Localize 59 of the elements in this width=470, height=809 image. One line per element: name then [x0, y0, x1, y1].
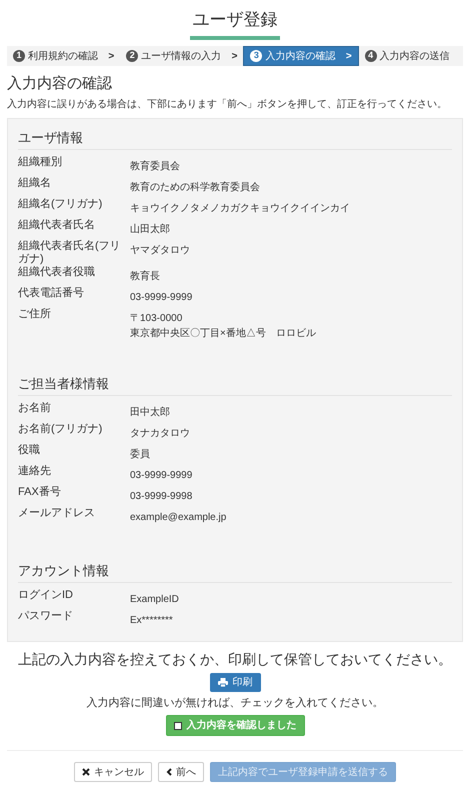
field-label: 役職: [18, 444, 41, 458]
field-label: 組織代表者氏名: [18, 219, 96, 233]
printer-icon: [218, 678, 228, 687]
group-title: ユーザ情報: [18, 129, 452, 150]
field-value: 委員: [130, 448, 150, 462]
field-value: example@example.jp: [130, 511, 226, 525]
section-heading: 入力内容の確認: [7, 74, 113, 94]
print-button[interactable]: 印刷: [210, 673, 260, 692]
back-button[interactable]: 前へ: [158, 762, 204, 782]
field-value: Ex********: [130, 614, 173, 628]
field-label: ログインID: [18, 589, 74, 603]
step-label: 入力内容の送信: [380, 50, 450, 64]
field-label: 組織種別: [18, 156, 63, 170]
field-label: パスワード: [18, 610, 74, 624]
field-label: 組織代表者役職: [18, 266, 96, 280]
step-chevron: >: [108, 50, 114, 64]
step-chevron: >: [232, 50, 238, 64]
field-value: 03-9999-9999: [130, 291, 192, 305]
field-value: 教育長: [130, 270, 160, 284]
step-number: 2: [126, 50, 138, 62]
step-number: 1: [13, 50, 25, 62]
field-label: メールアドレス: [18, 507, 96, 521]
field-value: ヤマダタロウ: [130, 244, 190, 258]
field-label: 組織名(フリガナ): [18, 198, 104, 212]
field-value: 山田太郎: [130, 222, 170, 237]
group-title: ご担当者様情報: [18, 375, 452, 396]
field-value: 東京都中央区〇丁目×番地△号 ロロビル: [130, 326, 316, 341]
field-value: 田中太郎: [130, 406, 170, 420]
field-value: 教育のための科学教育委員会: [130, 180, 260, 195]
step-number: 3: [250, 50, 262, 62]
group-title: アカウント情報: [18, 562, 452, 583]
step-label: ユーザ情報の入力: [141, 50, 222, 64]
field-value: 教育委員会: [130, 160, 180, 174]
page-title: ユーザ登録: [192, 9, 278, 31]
step-label: 利用規約の確認: [28, 50, 98, 64]
close-icon: [82, 768, 90, 776]
step-number: 4: [364, 50, 377, 62]
field-label: 組織代表者氏名(フリガナ): [18, 240, 122, 266]
field-value: ExampleID: [130, 593, 179, 607]
field-label: ご住所: [18, 308, 52, 322]
field-value: 03-9999-9998: [130, 490, 192, 504]
step-label: 入力内容の確認: [265, 50, 336, 64]
field-value: 03-9999-9999: [130, 469, 192, 483]
check-note: 入力内容に間違いが無ければ、チェックを入れてください。: [86, 696, 384, 711]
field-label: 連絡先: [18, 465, 52, 479]
field-value: キョウイクノタメノカガクキョウイクイインカイ: [130, 202, 350, 216]
chevron-left-icon: [166, 768, 172, 776]
field-value: タナカタロウ: [130, 427, 190, 441]
field-value: 〒103-0000: [130, 312, 184, 326]
field-label: お名前(フリガナ): [18, 423, 104, 437]
field-label: 組織名: [18, 177, 52, 191]
field-label: FAX番号: [18, 486, 62, 500]
field-label: 代表電話番号: [18, 287, 85, 301]
intro-text: 入力内容に誤りがある場合は、下部にあります「前へ」ボタンを押して、訂正を行ってください。: [7, 98, 448, 112]
field-label: お名前: [18, 402, 52, 416]
confirm-checkbox-button[interactable]: 入力内容を確認しました: [166, 715, 304, 736]
cancel-button[interactable]: キャンセル: [74, 762, 152, 782]
save-note: 上記の入力内容を控えておくか、印刷して保管しておいてください。: [18, 650, 452, 668]
step-chevron: >: [346, 50, 352, 64]
